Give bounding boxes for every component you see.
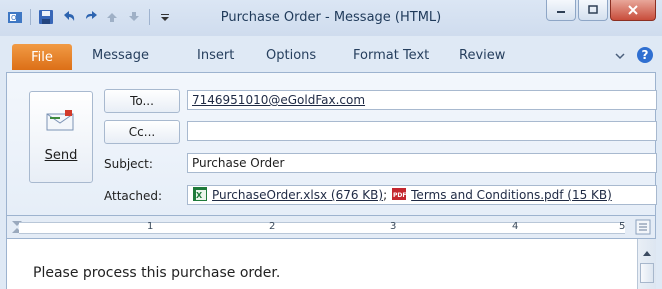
tab-review[interactable]: Review — [459, 48, 505, 63]
tab-message[interactable]: Message — [92, 48, 149, 63]
svg-text:X: X — [196, 191, 203, 200]
scroll-up-icon[interactable] — [641, 247, 653, 261]
send-icon — [43, 108, 77, 137]
scroll-thumb[interactable] — [640, 263, 654, 283]
ruler-toggle-icon[interactable] — [635, 219, 651, 238]
ruler: 1 2 3 4 5 — [6, 215, 656, 239]
attachment-link[interactable]: Terms and Conditions.pdf (15 KB) — [411, 188, 612, 202]
ruler-number: 4 — [512, 221, 519, 232]
attachments-field: X PurchaseOrder.xlsx (676 KB) ; PDF Term… — [187, 185, 657, 205]
send-button[interactable]: Send — [29, 91, 93, 183]
ruler-number: 5 — [619, 221, 626, 232]
ruler-number: 1 — [147, 221, 154, 232]
subject-label: Subject: — [104, 157, 153, 171]
to-button[interactable]: To... — [104, 89, 180, 113]
body-text: Please process this purchase order. — [33, 265, 281, 281]
excel-icon: X — [192, 186, 208, 204]
help-icon[interactable]: ? — [636, 46, 654, 67]
attachment-link[interactable]: PurchaseOrder.xlsx (676 KB) — [212, 188, 383, 202]
close-button[interactable] — [610, 0, 656, 21]
tab-options[interactable]: Options — [266, 48, 316, 63]
send-label: Send — [44, 148, 78, 163]
cc-button[interactable]: Cc... — [104, 120, 180, 144]
subject-field[interactable]: Purchase Order — [187, 153, 657, 173]
maximize-button[interactable] — [578, 0, 608, 21]
window-controls — [546, 0, 656, 21]
vertical-scrollbar[interactable] — [637, 239, 656, 289]
tab-insert[interactable]: Insert — [197, 48, 234, 63]
svg-text:PDF: PDF — [393, 192, 406, 199]
ribbon-tabs: File Message Insert Options Format Text … — [0, 36, 662, 72]
maximize-icon — [588, 5, 598, 14]
close-icon — [628, 5, 638, 15]
svg-text:?: ? — [642, 48, 649, 62]
ribbon-right-icons: ? — [614, 46, 654, 67]
minimize-button[interactable] — [546, 0, 576, 21]
attached-label: Attached: — [104, 189, 163, 203]
ruler-track: 1 2 3 4 5 — [19, 221, 626, 234]
ruler-number: 2 — [269, 221, 276, 232]
title-bar: O Purchase Order - Message (HTML) — [0, 0, 662, 36]
cc-field[interactable] — [187, 121, 657, 141]
to-recipient[interactable]: 7146951010@eGoldFax.com — [192, 93, 365, 107]
ruler-number: 3 — [390, 221, 397, 232]
message-header-form: Send To... 7146951010@eGoldFax.com Cc...… — [6, 73, 657, 215]
minimize-icon — [557, 11, 565, 13]
pdf-icon: PDF — [391, 186, 407, 204]
collapse-ribbon-icon[interactable] — [614, 50, 626, 64]
to-field[interactable]: 7146951010@eGoldFax.com — [187, 90, 657, 110]
tab-file[interactable]: File — [12, 44, 72, 70]
attachment-separator: ; — [383, 188, 388, 202]
message-body[interactable]: Please process this purchase order. — [6, 239, 656, 289]
tab-format-text[interactable]: Format Text — [353, 48, 429, 63]
